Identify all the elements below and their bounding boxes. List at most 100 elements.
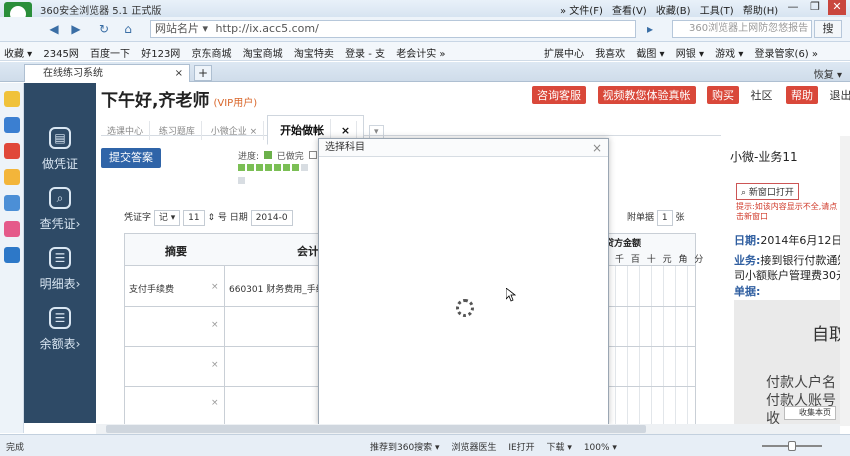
recommend-360-button[interactable]: 推荐到360搜索 ▾ <box>370 443 440 453</box>
login-manager-button[interactable]: 登录管家(6) » <box>755 45 818 60</box>
menu-help[interactable]: 帮助(H) <box>743 6 778 17</box>
row-close-icon[interactable]: × <box>211 360 219 370</box>
search-button[interactable]: 搜 <box>814 20 842 38</box>
favorite-item[interactable]: 好123网 <box>141 45 180 60</box>
browser-doctor-button[interactable]: 浏览器医生 <box>451 443 496 453</box>
search-input[interactable]: 360浏览器上网防忽悠报告 <box>672 20 812 38</box>
sidebar-item-balance[interactable]: ☰ 余额表› <box>24 307 96 352</box>
minimize-icon[interactable]: — <box>784 0 802 15</box>
weibo-icon[interactable] <box>3 143 20 159</box>
progress-segment <box>238 177 245 184</box>
favorites-menu[interactable]: 收藏 ▾ <box>4 45 32 60</box>
screenshot-button[interactable]: 截图 ▾ <box>636 45 664 60</box>
sidebar-item-ledger[interactable]: ☰ 明细表› <box>24 247 96 292</box>
zoom-slider-handle[interactable] <box>788 441 796 451</box>
home-icon[interactable]: ⌂ <box>118 20 138 38</box>
browser-tab-strip: 在线练习系统 × + 恢复 ▾ <box>0 62 850 82</box>
star-icon[interactable] <box>3 91 20 107</box>
sidebar-item-make-voucher[interactable]: ▤ 做凭证 <box>24 127 96 172</box>
choose-account-dialog: 选择科目 × <box>318 138 609 425</box>
voucher-number-input[interactable]: 11 <box>183 210 205 226</box>
window-controls: — ❐ ✕ <box>784 0 846 15</box>
refresh-icon[interactable]: ↻ <box>94 20 114 38</box>
customer-service-button[interactable]: 咨询客服 <box>532 86 586 104</box>
logout-link[interactable]: 退出 <box>830 87 850 103</box>
games-button[interactable]: 游戏 ▾ <box>715 45 743 60</box>
attachment-row: 附单据 1 张 <box>627 210 685 226</box>
news-icon[interactable] <box>3 117 20 133</box>
address-bar[interactable]: 网站名片 ▾ http://ix.acc5.com/ <box>150 20 636 38</box>
restore-tabs-button[interactable]: 恢复 ▾ <box>814 66 842 81</box>
submit-answer-button[interactable]: 提交答案 <box>101 148 161 168</box>
favorite-item[interactable]: 淘宝商城 <box>243 45 283 60</box>
voucher-type-select[interactable]: 记 ▾ <box>153 210 181 226</box>
menu-view[interactable]: 查看(V) <box>612 6 647 17</box>
biz-value: 接到银行付款通知 <box>760 254 849 267</box>
ebank-button[interactable]: 网银 ▾ <box>676 45 704 60</box>
close-icon[interactable]: × <box>592 141 602 155</box>
buy-button[interactable]: 购买 <box>707 86 739 104</box>
menu-file[interactable]: » 文件(F) <box>560 6 603 17</box>
horizontal-scrollbar[interactable] <box>96 424 840 434</box>
favorite-item[interactable]: 登录 - 支 <box>345 45 385 60</box>
favorite-item[interactable]: 2345网 <box>43 45 78 60</box>
favorite-item[interactable]: 老会计实 » <box>396 45 445 60</box>
address-go-icon[interactable]: ▸ <box>640 20 660 38</box>
link-icon[interactable] <box>3 247 20 263</box>
tab-close-icon[interactable]: × <box>175 65 183 82</box>
menu-tools[interactable]: 工具(T) <box>700 6 734 17</box>
folder-icon[interactable] <box>3 169 20 185</box>
business-desc: 业务:接到银行付款通知 <box>734 252 848 268</box>
ie-open-button[interactable]: IE打开 <box>508 443 534 453</box>
zoom-level[interactable]: 100% ▾ <box>584 443 617 453</box>
row-close-icon[interactable]: × <box>211 282 219 292</box>
row1-summary[interactable]: 支付手续费 <box>129 282 174 295</box>
row-close-icon[interactable]: × <box>211 320 219 330</box>
community-link[interactable]: 社区 <box>751 87 773 103</box>
back-icon[interactable]: ◀ <box>44 20 64 38</box>
progress-segment <box>265 164 272 171</box>
restore-icon[interactable]: ❐ <box>806 0 824 15</box>
search-icon: ⌕ <box>49 187 71 209</box>
greeting-title: 下午好,齐老师 (VIP用户) <box>101 86 257 111</box>
tab-small-business[interactable]: 小微企业 × <box>205 121 265 140</box>
open-new-window-button[interactable]: ⌕ 新窗口打开 <box>736 183 799 200</box>
tab-question-bank[interactable]: 练习题库 <box>153 121 202 140</box>
open-new-window-label: 新窗口打开 <box>748 188 794 198</box>
attach-count-input[interactable]: 1 <box>656 210 673 226</box>
browser-tab[interactable]: 在线练习系统 × <box>24 64 190 82</box>
row1-account[interactable]: 660301 财务费用_手续 <box>229 282 325 295</box>
help-button[interactable]: 帮助 <box>786 86 818 104</box>
likes-button[interactable]: 我喜欢 <box>595 45 625 60</box>
sidebar-item-query-voucher[interactable]: ⌕ 查凭证› <box>24 187 96 232</box>
favorite-item[interactable]: 京东商城 <box>192 45 232 60</box>
mail-icon[interactable] <box>3 221 20 237</box>
document-icon[interactable] <box>3 195 20 211</box>
new-tab-icon[interactable]: + <box>194 65 212 81</box>
favorite-item[interactable]: 百度一下 <box>90 45 130 60</box>
row-close-icon[interactable]: × <box>211 398 219 408</box>
collect-page-button[interactable]: 收集本页 <box>784 406 836 420</box>
display-tip: 提示:如该内容显示不全,请点击新窗口 <box>736 202 838 221</box>
right-scrollbar[interactable] <box>840 136 850 426</box>
tab-course-center[interactable]: 选课中心 <box>101 121 151 140</box>
forward-icon[interactable]: ▶ <box>66 20 86 38</box>
date-input[interactable]: 2014-0 <box>250 210 293 226</box>
number-stepper-icon[interactable]: ⇕ <box>207 213 215 223</box>
voucher-header-row: 凭证字 记 ▾ 11 ⇕ 号 日期 2014-0 <box>124 210 293 226</box>
close-icon[interactable]: ✕ <box>828 0 846 15</box>
zoom-slider[interactable] <box>762 441 822 451</box>
site-card-chip[interactable]: 网站名片 ▾ <box>155 22 208 35</box>
browser-menu-bar: » 文件(F) 查看(V) 收藏(B) 工具(T) 帮助(H) <box>560 2 784 17</box>
tabs-dropdown-icon[interactable]: ▾ <box>369 125 384 139</box>
extensions-button[interactable]: 扩展中心 <box>544 45 584 60</box>
browser-side-toolbar <box>0 83 24 433</box>
document-label: 单据: <box>734 283 760 299</box>
video-tutorial-button[interactable]: 视频教您体验真帐 <box>597 86 696 104</box>
scroll-thumb[interactable] <box>106 425 646 433</box>
search-icon: ⌕ <box>741 188 747 198</box>
download-button[interactable]: 下载 ▾ <box>547 443 572 453</box>
attach-suffix: 张 <box>675 213 685 223</box>
menu-favorites[interactable]: 收藏(B) <box>656 6 691 17</box>
favorite-item[interactable]: 淘宝特卖 <box>294 45 334 60</box>
